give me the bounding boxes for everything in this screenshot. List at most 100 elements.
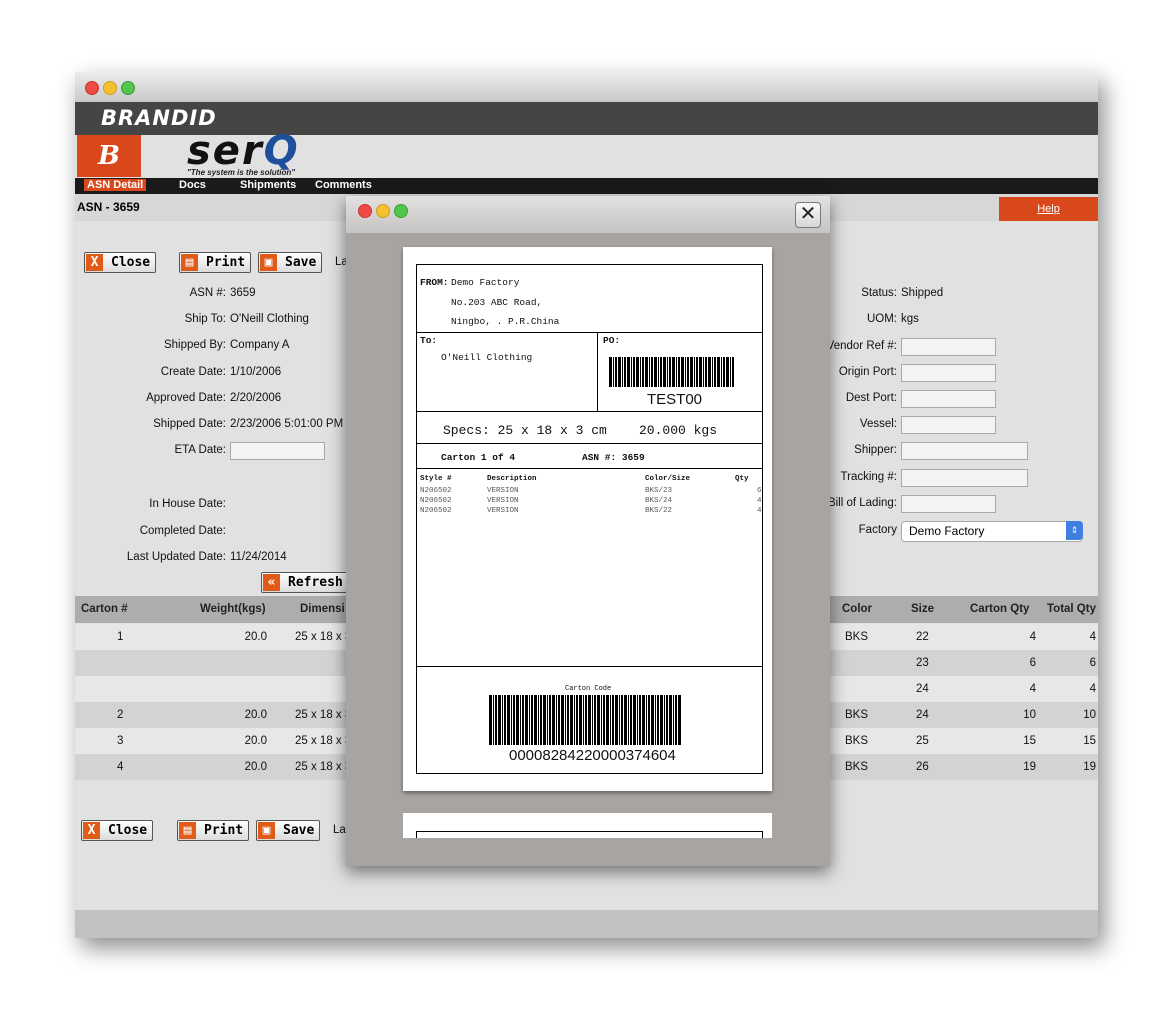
barcode-bar [637, 695, 638, 745]
label-item-cell: 6 [757, 487, 762, 495]
barcode-bar [649, 357, 650, 387]
barcode-bar [597, 695, 600, 745]
detail-input[interactable] [901, 338, 996, 356]
table-cell-weight: 20.0 [244, 631, 267, 643]
label-specs: Specs: 25 x 18 x 3 cm [443, 423, 607, 438]
label-weight: 20.000 kgs [639, 423, 718, 438]
detail-input[interactable] [901, 364, 996, 382]
barcode-bar [633, 357, 635, 387]
barcode-bar [570, 695, 573, 745]
close-icon: ✕ [799, 203, 817, 225]
save-button-bottom[interactable]: ▣ Save [256, 820, 321, 841]
barcode-bar [609, 357, 612, 387]
table-cell-color: BKS [845, 631, 869, 643]
barcode-bar [588, 695, 591, 745]
eta-date-input[interactable] [230, 442, 325, 460]
barcode-bar [498, 695, 501, 745]
barcode-bar [624, 357, 626, 387]
zoom-window-icon[interactable] [121, 81, 135, 95]
save-icon: ▣ [260, 254, 277, 271]
next-label-page [403, 813, 772, 838]
close-dialog-dot-icon[interactable] [358, 204, 372, 218]
detail-label: In House Date: [149, 498, 226, 510]
barcode-bar [658, 357, 659, 387]
save-button[interactable]: ▣ Save [258, 252, 323, 273]
print-button-bottom[interactable]: ▤ Print [177, 820, 250, 841]
barcode-bar [678, 695, 681, 745]
close-dialog-button[interactable]: ✕ [795, 202, 821, 228]
table-cell-dim: 25 x 18 x 3 [295, 631, 352, 643]
factory-select[interactable]: Demo Factory ⇕ [901, 521, 1083, 542]
label-item-cell: 4 [757, 507, 762, 515]
tab-shipments[interactable]: Shipments [240, 179, 296, 191]
table-cell-size: 23 [916, 657, 929, 669]
print-button[interactable]: ▤ Print [179, 252, 252, 273]
minimize-window-icon[interactable] [103, 81, 117, 95]
close-x-icon: X [86, 254, 103, 271]
barcode-bar [699, 357, 702, 387]
table-cell-weight: 20.0 [244, 709, 267, 721]
barcode-bar [730, 357, 731, 387]
barcode-bar [531, 695, 533, 745]
barcode-bar [619, 695, 620, 745]
detail-input[interactable] [901, 390, 996, 408]
zoom-dialog-dot-icon[interactable] [394, 204, 408, 218]
barcode-bar [615, 357, 617, 387]
save-icon: ▣ [258, 822, 275, 839]
barcode-bar [579, 695, 582, 745]
minimize-dialog-dot-icon[interactable] [376, 204, 390, 218]
barcode-bar [633, 695, 636, 745]
label-items-header: Style # [420, 475, 452, 483]
detail-input[interactable] [901, 416, 996, 434]
page-title: ASN - 3659 [77, 200, 140, 214]
help-link[interactable]: Help [999, 197, 1098, 221]
barcode-bar [516, 695, 519, 745]
barcode-bar [502, 695, 503, 745]
barcode-bar [507, 695, 510, 745]
barcode-bar [538, 695, 539, 745]
tab-comments[interactable]: Comments [315, 179, 372, 191]
barcode-bar [639, 695, 641, 745]
barcode-bar [636, 357, 639, 387]
barcode-bar [558, 695, 560, 745]
table-cell-size: 22 [916, 631, 929, 643]
barcode-bar [669, 357, 671, 387]
table-cell-weight: 20.0 [244, 735, 267, 747]
brand-logo: BRANDID [101, 106, 217, 130]
detail-input[interactable] [901, 469, 1028, 487]
barcode-bar [708, 357, 711, 387]
table-cell-tqty: 15 [1083, 735, 1096, 747]
barcode-bar [511, 695, 512, 745]
close-window-icon[interactable] [85, 81, 99, 95]
product-tagline: "The system is the solution" [187, 168, 296, 177]
dialog-titlebar: ✕ [346, 196, 830, 233]
col-size: Size [911, 603, 935, 615]
detail-input[interactable] [901, 442, 1028, 460]
label-items-header: Qty [735, 475, 749, 483]
detail-label: Dest Port: [845, 392, 897, 404]
barcode-bar [520, 695, 521, 745]
barcode-bar [646, 695, 647, 745]
tab-asn-detail[interactable]: ASN Detail [84, 179, 147, 191]
table-cell-dim: 25 x 18 x 3 [295, 735, 352, 747]
table-cell-tqty: 4 [1089, 631, 1096, 643]
col-carton-qty: Carton Qty [970, 603, 1030, 615]
barcode-bar [673, 695, 674, 745]
barcode-bar [666, 695, 668, 745]
barcode-bar [574, 695, 575, 745]
detail-input[interactable] [901, 495, 996, 513]
tab-docs[interactable]: Docs [179, 179, 206, 191]
barcode-bar [703, 357, 704, 387]
barcode-bar [732, 357, 734, 387]
barcode-bar [667, 357, 668, 387]
close-button-bottom[interactable]: X Close [81, 820, 154, 841]
label-item-cell: BKS/22 [645, 507, 673, 515]
barcode-bar [651, 357, 653, 387]
refresh-button[interactable]: «Refresh [261, 572, 349, 593]
label-scroll-area[interactable]: FROM: Demo Factory No.203 ABC Road, Ning… [360, 233, 830, 838]
detail-label: Shipped Date: [153, 418, 226, 430]
to-label: To: [420, 335, 438, 346]
close-button[interactable]: X Close [84, 252, 157, 273]
barcode-bar [717, 357, 720, 387]
to-name: O'Neill Clothing [441, 352, 533, 363]
